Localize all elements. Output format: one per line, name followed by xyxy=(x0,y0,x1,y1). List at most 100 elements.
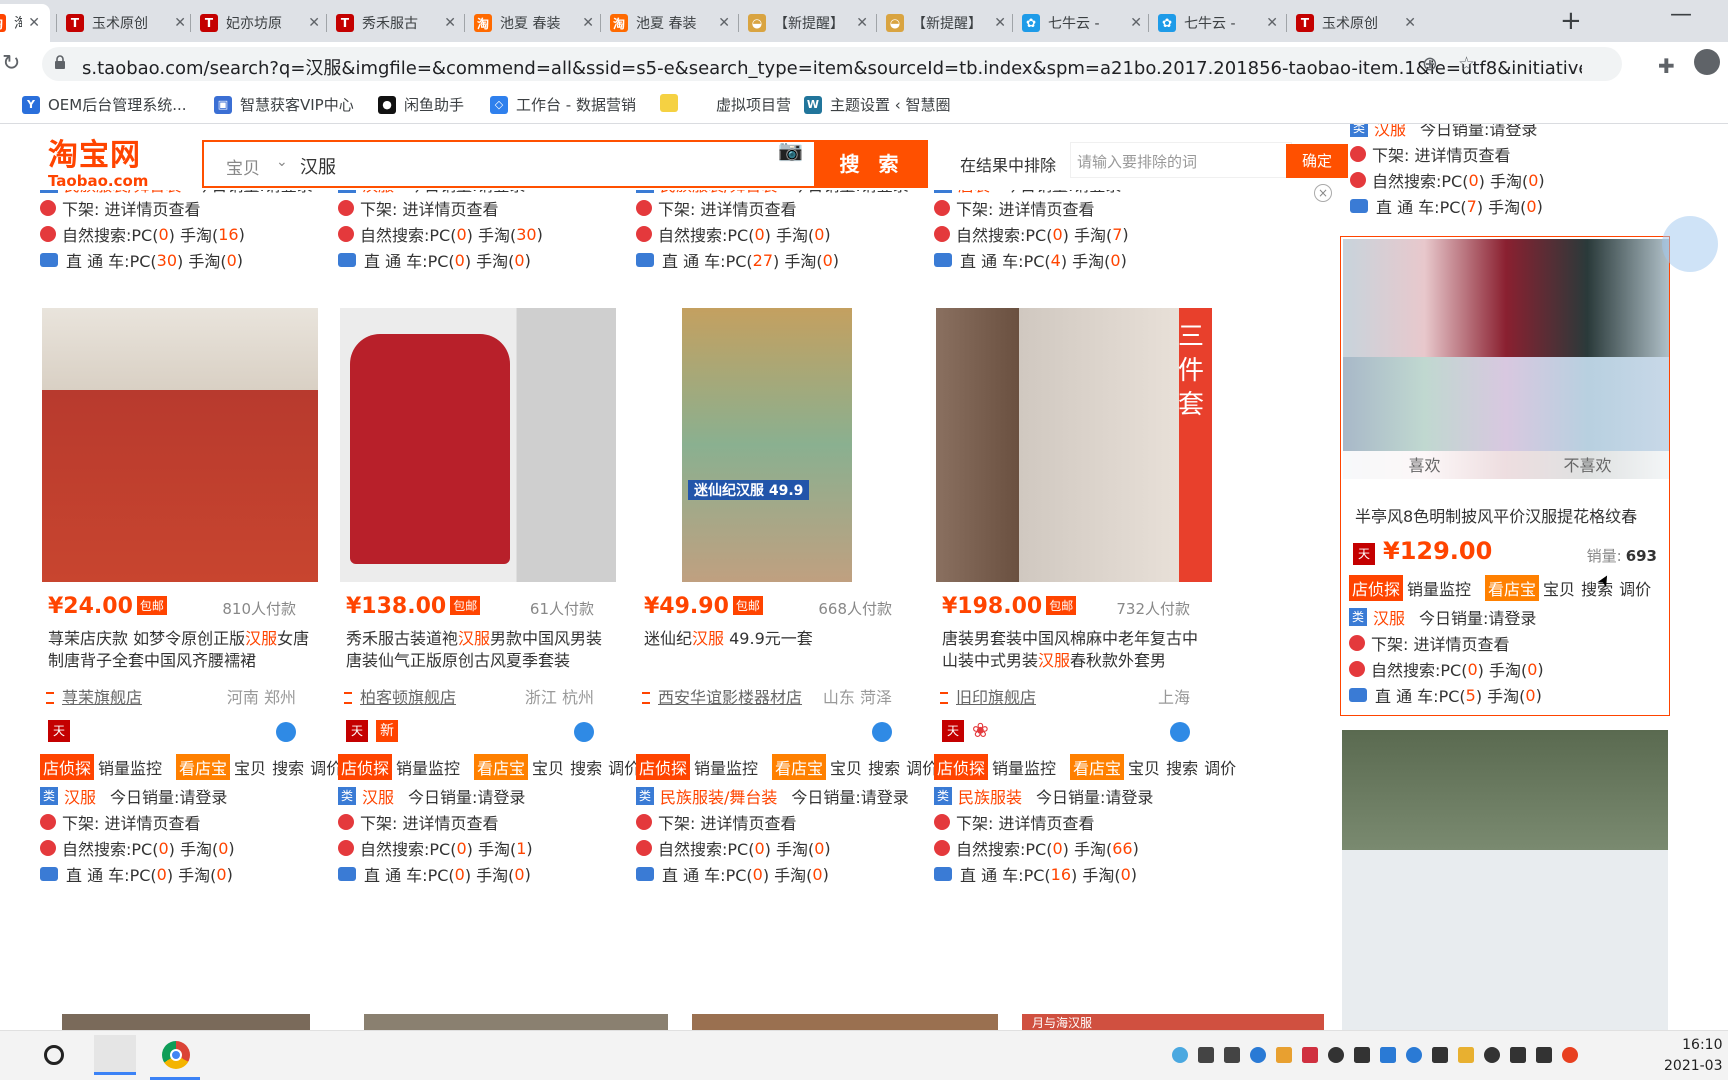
browser-tab[interactable]: ✿ 七牛云 - ✕ xyxy=(1150,4,1288,42)
tray-icon[interactable] xyxy=(1536,1047,1552,1063)
close-icon[interactable]: ✕ xyxy=(1404,15,1416,31)
search-input[interactable]: 汉服 xyxy=(300,153,336,179)
search-type-select[interactable]: 宝贝 xyxy=(226,154,260,179)
kandianbao-button[interactable]: 看店宝 xyxy=(772,754,827,780)
tray-icon[interactable] xyxy=(1432,1047,1448,1063)
search-button[interactable]: 搜 索 xyxy=(816,140,928,188)
tmall-badge-icon[interactable]: 天 xyxy=(942,720,964,742)
dianzhentan-button[interactable]: 店侦探 xyxy=(338,754,393,780)
taskbar-app-stone[interactable] xyxy=(94,1035,136,1075)
shop-link[interactable]: 旧印旗舰店 xyxy=(940,684,1036,708)
tray-icon[interactable] xyxy=(1172,1047,1188,1063)
sales-monitor-link[interactable]: 销量监控 xyxy=(98,755,162,779)
taskbar-clock[interactable]: 16:10 2021-03 xyxy=(1664,1035,1723,1077)
price-adjust-link[interactable]: 调价 xyxy=(1619,576,1651,600)
product-image[interactable] xyxy=(936,308,1212,582)
bookmark-item[interactable]: W 主题设置 ‹ 智慧圈 xyxy=(804,94,951,115)
sales-monitor-link[interactable]: 销量监控 xyxy=(992,755,1056,779)
search-link[interactable]: 搜索 xyxy=(1166,755,1198,779)
close-icon[interactable]: ✕ xyxy=(28,15,40,31)
close-icon[interactable]: ✕ xyxy=(444,15,456,31)
bookmark-item[interactable] xyxy=(660,94,686,112)
kandianbao-button[interactable]: 看店宝 xyxy=(176,754,231,780)
tray-icon[interactable] xyxy=(1198,1047,1214,1063)
tray-icon[interactable] xyxy=(1458,1047,1474,1063)
taobao-logo[interactable]: 淘宝网 Taobao.com xyxy=(48,130,178,190)
kandianbao-button[interactable]: 看店宝 xyxy=(1485,575,1540,601)
search-link[interactable]: 搜索 xyxy=(570,755,602,779)
product-title[interactable]: 荨茉店庆款 如梦令原创正版汉服女唐制唐背子全套中国风齐腰襦裙 xyxy=(48,628,318,672)
close-icon[interactable]: ✕ xyxy=(856,15,868,31)
zoom-icon[interactable]: ⊕ xyxy=(1422,53,1438,75)
category-link[interactable]: 汉服 xyxy=(1373,605,1405,629)
shop-link[interactable]: 柏客顿旗舰店 xyxy=(344,684,456,708)
sales-monitor-link[interactable]: 销量监控 xyxy=(1407,576,1471,600)
tray-icon[interactable] xyxy=(1328,1047,1344,1063)
browser-tab[interactable]: T 玉术原创 ✕ xyxy=(1288,4,1426,42)
tray-icon[interactable] xyxy=(1354,1047,1370,1063)
close-icon[interactable]: ✕ xyxy=(582,15,594,31)
tray-icon[interactable] xyxy=(1224,1047,1240,1063)
tray-icon[interactable] xyxy=(1484,1047,1500,1063)
close-icon[interactable]: ✕ xyxy=(1266,15,1278,31)
featured-product-card[interactable]: 喜欢 不喜欢 半亭风8色明制披风平价汉服提花格纹春天 ¥129.00 销量: 693 店侦探… xyxy=(1340,236,1670,716)
search-link[interactable]: 搜索 xyxy=(868,755,900,779)
product-image[interactable] xyxy=(682,308,852,582)
water-drop-icon[interactable] xyxy=(574,722,594,742)
close-icon[interactable]: ✕ xyxy=(1130,15,1142,31)
browser-tab[interactable]: ✿ 七牛云 - ✕ xyxy=(1014,4,1152,42)
product-image-partial[interactable] xyxy=(364,1014,668,1030)
browser-tab[interactable]: 淘淘宝 ✕ xyxy=(0,4,50,42)
shop-link[interactable]: 西安华谊影楼器材店 xyxy=(642,684,802,708)
item-link[interactable]: 宝贝 xyxy=(532,755,564,779)
product-image[interactable] xyxy=(42,308,318,582)
tray-icon[interactable] xyxy=(1276,1047,1292,1063)
tray-icon[interactable] xyxy=(1380,1047,1396,1063)
close-icon[interactable]: ✕ xyxy=(718,15,730,31)
category-link[interactable]: 民族服装/舞台装 xyxy=(660,784,777,808)
camera-icon[interactable]: 📷 xyxy=(778,138,803,162)
item-link[interactable]: 宝贝 xyxy=(234,755,266,779)
exclude-input[interactable]: 请输入要排除的词 xyxy=(1070,142,1292,178)
address-bar[interactable]: s.taobao.com/search?q=汉服&imgfile=&commen… xyxy=(42,47,1622,81)
water-drop-icon[interactable] xyxy=(1170,722,1190,742)
browser-tab[interactable]: ◒ 【新提醒】 ✕ xyxy=(740,4,878,42)
extensions-icon[interactable]: ✚ xyxy=(1658,54,1675,78)
product-image-partial[interactable] xyxy=(62,1014,310,1030)
category-link[interactable]: 汉服 xyxy=(1374,124,1406,140)
product-title[interactable]: 唐装男套装中国风棉麻中老年复古中山装中式男装汉服春秋款外套男 xyxy=(942,628,1212,672)
item-link[interactable]: 宝贝 xyxy=(1128,755,1160,779)
product-image-partial[interactable] xyxy=(692,1014,998,1030)
product-title[interactable]: 秀禾服古装道袍汉服男款中国风男装唐装仙气正版原创古风夏季套装 xyxy=(346,628,616,672)
close-icon[interactable]: ✕ xyxy=(308,15,320,31)
minimize-button[interactable]: — xyxy=(1670,2,1692,27)
tray-icon[interactable] xyxy=(1302,1047,1318,1063)
bookmark-item[interactable]: ◇ 工作台 - 数据营销 xyxy=(490,94,636,115)
close-icon[interactable]: ✕ xyxy=(174,15,186,31)
water-drop-icon[interactable] xyxy=(872,722,892,742)
search-link[interactable]: 搜索 xyxy=(272,755,304,779)
category-link[interactable]: 民族服装 xyxy=(958,784,1022,808)
dianzhentan-button[interactable]: 店侦探 xyxy=(40,754,95,780)
tray-icon[interactable] xyxy=(1510,1047,1526,1063)
close-icon[interactable]: ✕ xyxy=(994,15,1006,31)
bookmark-item[interactable]: Y OEM后台管理系统... xyxy=(22,94,187,115)
tmall-badge-icon[interactable]: 天 xyxy=(1353,543,1375,565)
bookmark-star-icon[interactable]: ☆ xyxy=(1458,53,1475,75)
tmall-badge-icon[interactable]: 天 xyxy=(346,720,368,742)
tmall-badge-icon[interactable]: 天 xyxy=(48,720,70,742)
flower-badge-icon[interactable]: ❀ xyxy=(972,718,989,742)
kandianbao-button[interactable]: 看店宝 xyxy=(474,754,529,780)
tray-icon[interactable] xyxy=(1250,1047,1266,1063)
bookmark-item[interactable]: 虚拟项目营 xyxy=(708,94,791,115)
cortana-icon[interactable] xyxy=(44,1045,64,1065)
featured-title[interactable]: 半亭风8色明制披风平价汉服提花格纹春 xyxy=(1355,503,1661,527)
water-drop-icon[interactable] xyxy=(276,722,296,742)
browser-tab[interactable]: 淘池夏 春装 ✕ xyxy=(466,4,604,42)
item-link[interactable]: 宝贝 xyxy=(830,755,862,779)
dianzhentan-button[interactable]: 店侦探 xyxy=(934,754,989,780)
close-icon[interactable]: × xyxy=(1314,184,1332,202)
url-text[interactable]: s.taobao.com/search?q=汉服&imgfile=&commen… xyxy=(82,54,1582,80)
tray-icon[interactable] xyxy=(1562,1047,1578,1063)
browser-tab[interactable]: ◒ 【新提醒】 ✕ xyxy=(878,4,1016,42)
